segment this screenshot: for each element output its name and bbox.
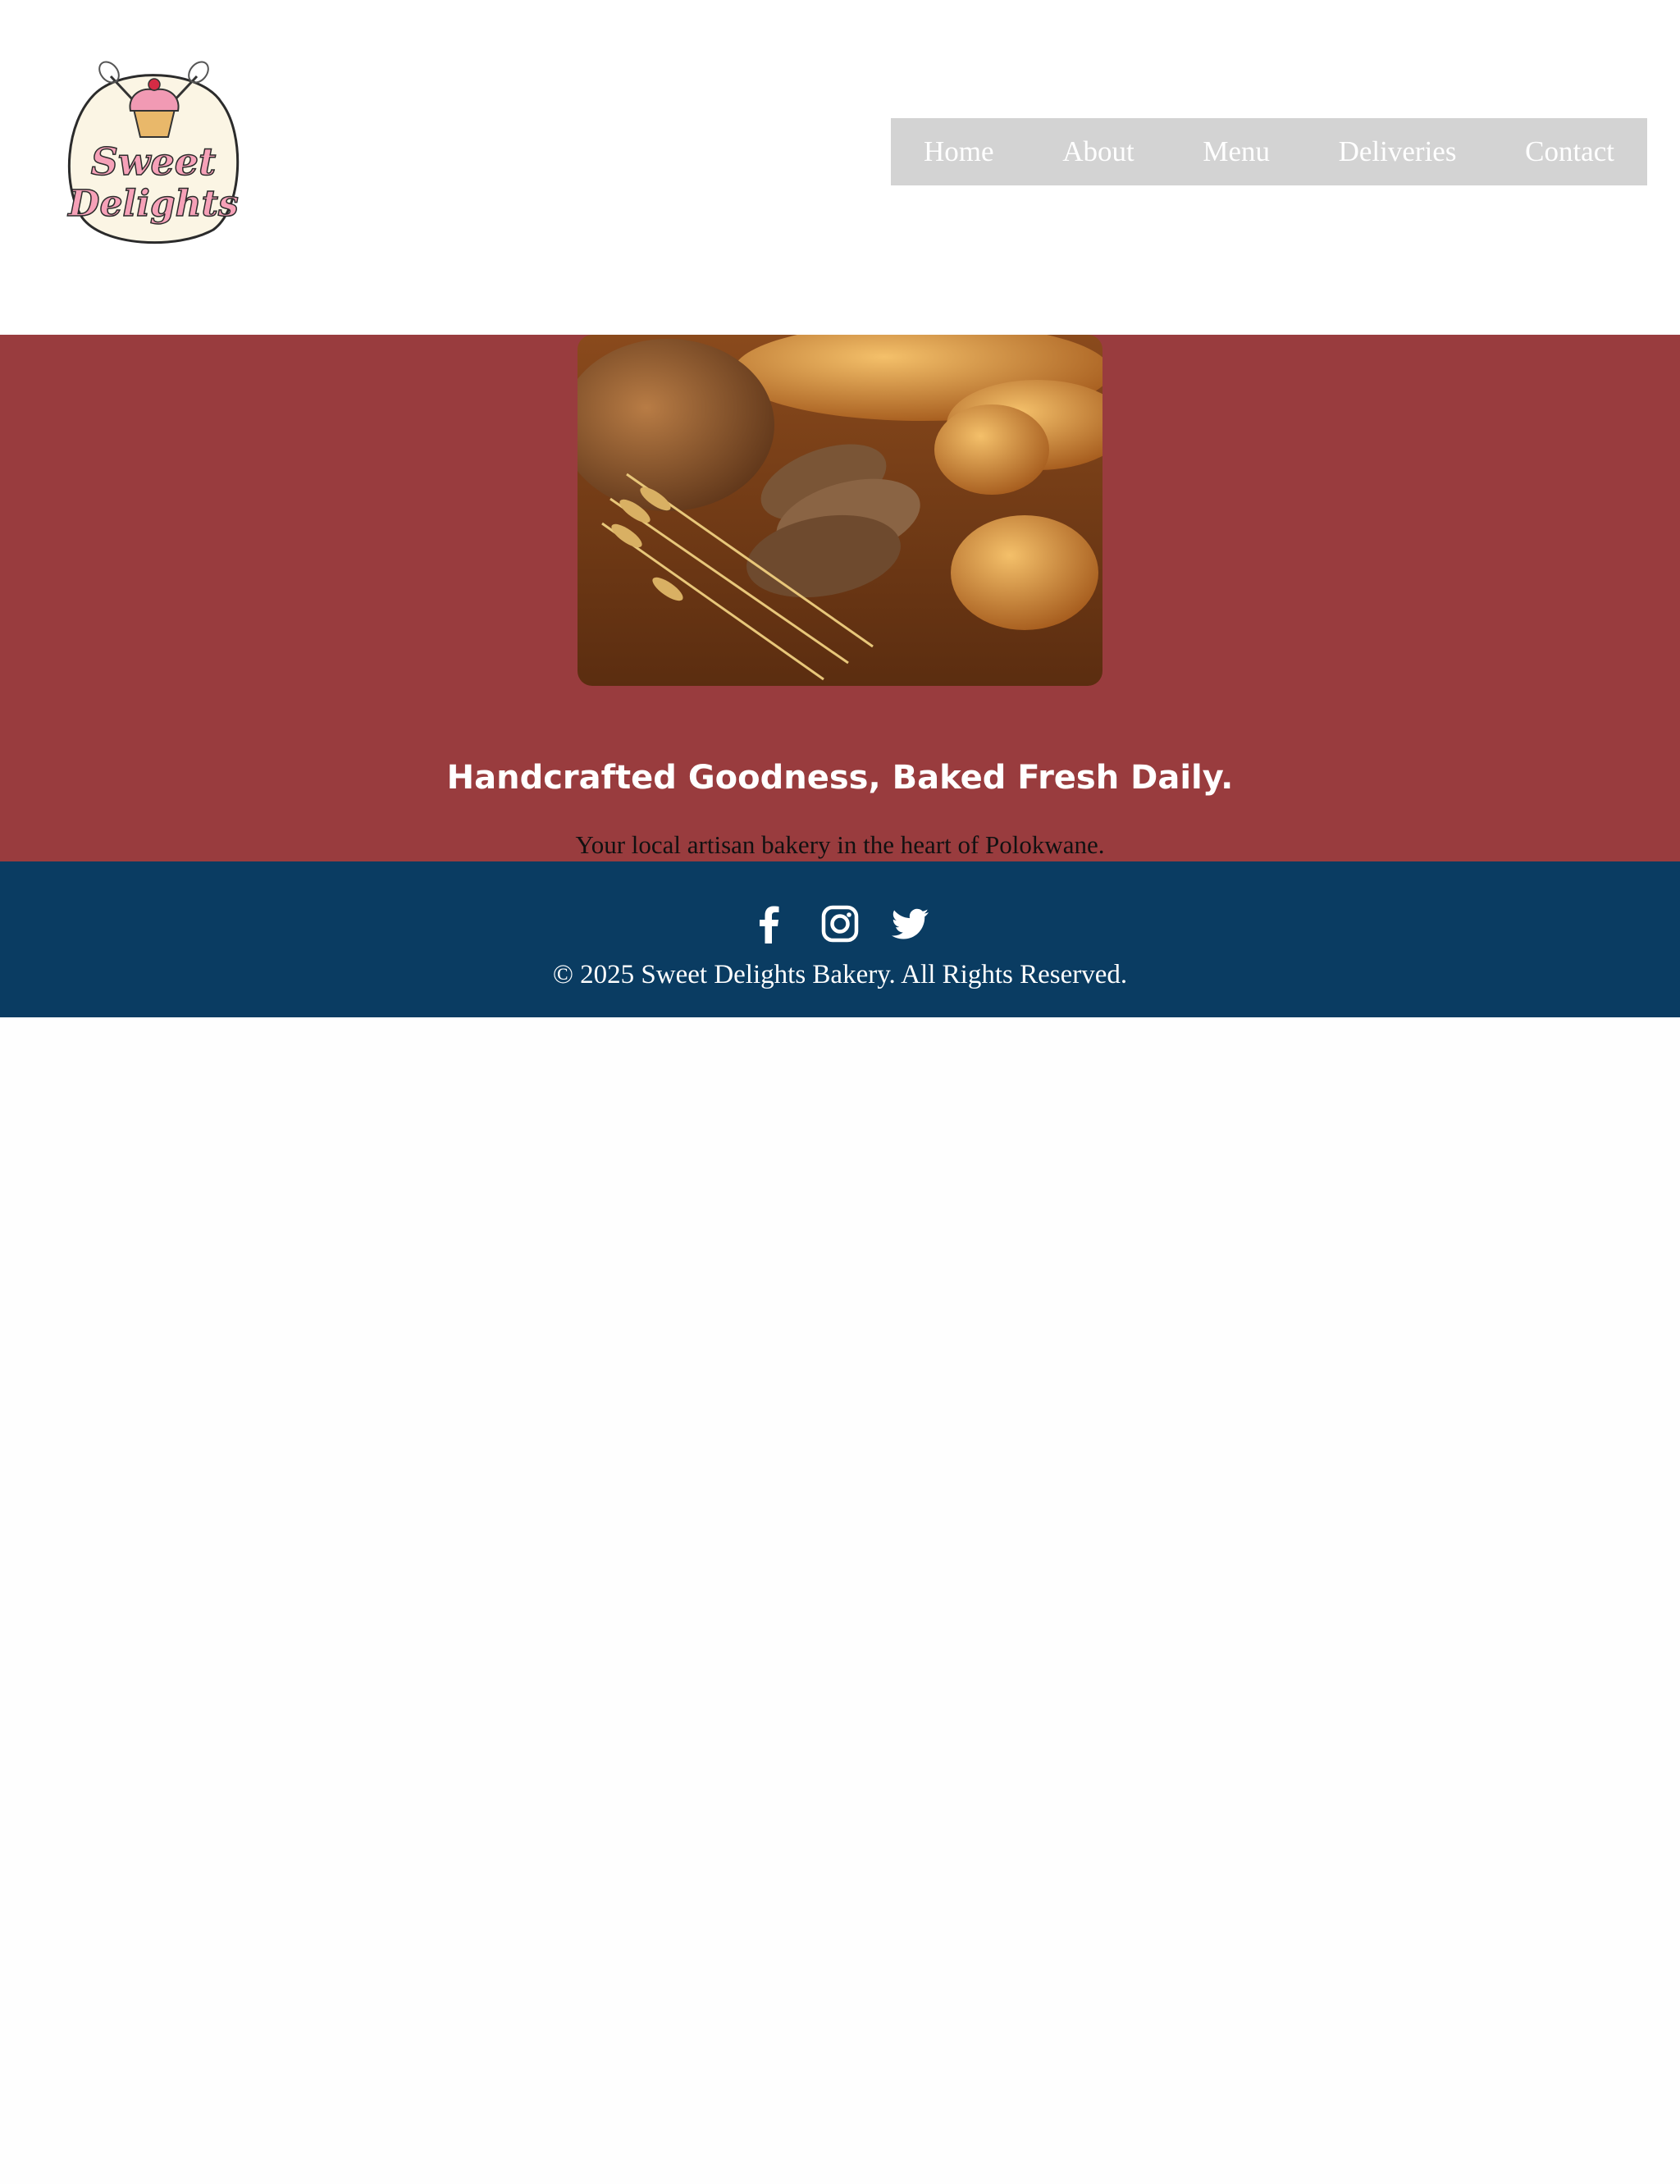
- twitter-icon[interactable]: [888, 901, 934, 947]
- site-footer: © 2025 Sweet Delights Bakery. All Rights…: [0, 861, 1680, 1017]
- site-header: Sweet Delights Home About Menu Deliverie…: [0, 0, 1680, 335]
- nav-about[interactable]: About: [1062, 135, 1134, 168]
- logo[interactable]: Sweet Delights: [45, 45, 262, 263]
- copyright-text: © 2025 Sweet Delights Bakery. All Rights…: [552, 960, 1128, 989]
- hero-bread-image: [578, 335, 1102, 686]
- hero-subtitle: Your local artisan bakery in the heart o…: [575, 830, 1105, 859]
- svg-text:Sweet: Sweet: [91, 139, 217, 184]
- facebook-icon[interactable]: [746, 901, 792, 947]
- nav-home[interactable]: Home: [924, 135, 994, 168]
- svg-text:Delights: Delights: [66, 183, 238, 225]
- hero-section: Handcrafted Goodness, Baked Fresh Daily.…: [0, 335, 1680, 861]
- nav-contact[interactable]: Contact: [1525, 135, 1614, 168]
- nav-menu[interactable]: Menu: [1203, 135, 1270, 168]
- main-nav: Home About Menu Deliveries Contact: [891, 118, 1647, 185]
- hero-title: Handcrafted Goodness, Baked Fresh Daily.: [446, 759, 1234, 797]
- nav-deliveries[interactable]: Deliveries: [1339, 135, 1457, 168]
- instagram-icon[interactable]: [817, 901, 863, 947]
- sweet-delights-logo: Sweet Delights: [66, 61, 239, 244]
- social-links: [0, 901, 1680, 947]
- bread-photo: [578, 335, 1102, 686]
